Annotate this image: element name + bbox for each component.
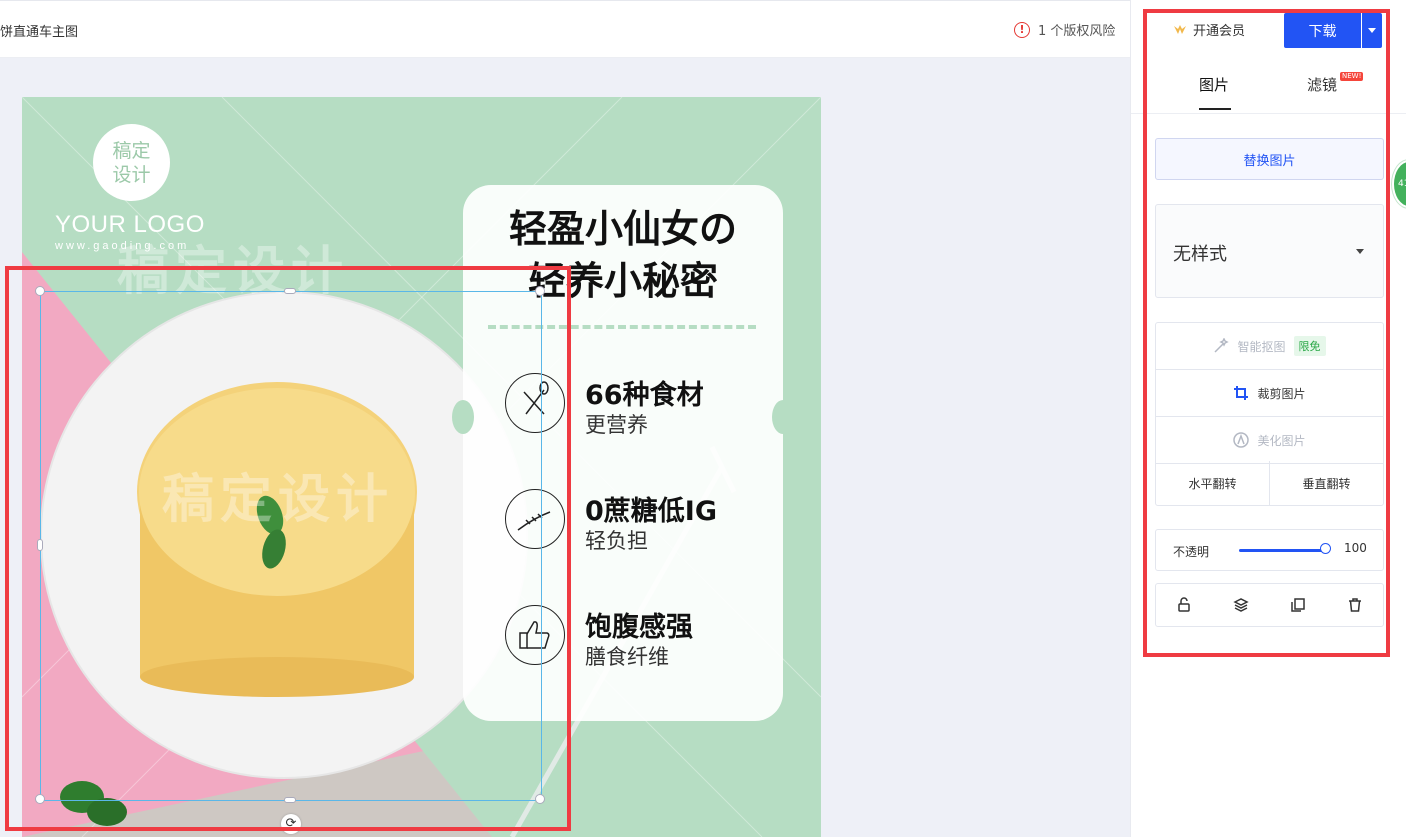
card-notch-left: [452, 400, 474, 434]
vip-button[interactable]: 开通会员: [1173, 20, 1245, 39]
resize-handle[interactable]: [37, 539, 43, 551]
logo-text-2: 设计: [112, 163, 151, 186]
copyright-risk-indicator[interactable]: ! 1 个版权风险: [1014, 20, 1115, 39]
properties-panel: 开通会员 下载 图片 滤镜 NEW! 替换图片 无样式 智能抠图 限免 裁剪图片…: [1130, 0, 1406, 837]
resize-handle[interactable]: [535, 286, 545, 296]
crop-icon: [1234, 386, 1249, 400]
resize-handle[interactable]: [535, 794, 545, 804]
flip-vertical-button[interactable]: 垂直翻转: [1270, 461, 1383, 505]
beautify-icon: [1233, 432, 1250, 448]
feature-title: 0蔗糖低IG: [585, 496, 717, 527]
feature-subtitle: 更营养: [585, 413, 648, 437]
info-card[interactable]: 轻盈小仙女の 轻养小秘密 66种食材 更营养 0蔗糖低IG 轻负担 饱腹感强 膳…: [452, 185, 794, 721]
smart-cutout-button[interactable]: 智能抠图 限免: [1156, 323, 1383, 370]
feature-item[interactable]: 66种食材 更营养: [505, 373, 775, 443]
opacity-value[interactable]: 100: [1344, 541, 1367, 555]
design-canvas[interactable]: 稿定 设计 YOUR LOGO www.gaoding.com 稿定设计 稿定设…: [22, 97, 821, 837]
kitchen-tools-icon: [505, 373, 565, 433]
copyright-risk-label: 1 个版权风险: [1038, 24, 1116, 39]
warning-icon: !: [1014, 21, 1030, 38]
watermark: 稿定设计: [117, 242, 350, 302]
tab-filter[interactable]: 滤镜: [1307, 74, 1337, 95]
document-title[interactable]: 饼直通车主图: [0, 21, 78, 40]
card-title-line-1: 轻盈小仙女の: [508, 207, 737, 251]
action-bar: [1155, 583, 1384, 627]
opacity-slider-thumb[interactable]: [1320, 543, 1331, 554]
feature-item[interactable]: 饱腹感强 膳食纤维: [505, 605, 775, 675]
copy-icon[interactable]: [1290, 597, 1306, 613]
new-badge: NEW!: [1340, 72, 1364, 81]
download-dropdown-icon[interactable]: [1362, 13, 1382, 48]
rotate-handle-icon[interactable]: ⟳: [281, 814, 301, 834]
unlock-icon[interactable]: [1176, 597, 1192, 613]
smart-cutout-label: 智能抠图: [1237, 339, 1286, 354]
thumbs-up-icon: [505, 605, 565, 665]
top-bar: 饼直通车主图 ! 1 个版权风险: [0, 0, 1130, 58]
card-title-line-2: 轻养小秘密: [527, 259, 718, 303]
delete-icon[interactable]: [1347, 597, 1363, 613]
opacity-control: 不透明 100: [1155, 529, 1384, 571]
logo-text-1: 稿定: [112, 139, 151, 162]
vip-crown-icon: [1174, 24, 1186, 34]
opacity-slider-track[interactable]: [1239, 549, 1327, 552]
wheat-icon: [505, 489, 565, 549]
feature-subtitle: 轻负担: [585, 529, 648, 553]
card-notch-right: [772, 400, 794, 434]
image-tools: 智能抠图 限免 裁剪图片 美化图片 水平翻转 垂直翻转: [1155, 322, 1384, 506]
panel-tabs: 图片 滤镜 NEW!: [1131, 56, 1406, 114]
caret-down-icon: [1356, 249, 1364, 254]
layers-icon[interactable]: [1233, 597, 1249, 613]
magic-wand-icon: [1214, 338, 1230, 353]
watermark: 稿定设计: [162, 470, 395, 530]
feature-title: 66种食材: [585, 380, 704, 411]
resize-handle[interactable]: [284, 288, 296, 294]
style-value: 无样式: [1173, 244, 1227, 265]
beautify-label: 美化图片: [1257, 433, 1306, 448]
replace-image-button[interactable]: 替换图片: [1155, 138, 1384, 180]
vip-label: 开通会员: [1193, 24, 1246, 39]
resize-handle[interactable]: [35, 286, 45, 296]
tab-image[interactable]: 图片: [1199, 74, 1229, 95]
download-button[interactable]: 下载: [1284, 13, 1361, 48]
opacity-label: 不透明: [1173, 545, 1210, 559]
feature-subtitle: 膳食纤维: [585, 645, 669, 669]
beautify-image-button[interactable]: 美化图片: [1156, 417, 1383, 464]
active-tab-indicator: [1199, 108, 1231, 110]
flip-horizontal-button[interactable]: 水平翻转: [1156, 461, 1269, 505]
resize-handle[interactable]: [284, 797, 296, 803]
brand-logo[interactable]: 稿定 设计: [93, 124, 170, 201]
dashed-divider: [488, 325, 756, 329]
style-dropdown[interactable]: 无样式: [1155, 204, 1384, 298]
resize-handle[interactable]: [35, 794, 45, 804]
crop-label: 裁剪图片: [1257, 386, 1306, 401]
feature-item[interactable]: 0蔗糖低IG 轻负担: [505, 489, 775, 559]
feature-title: 饱腹感强: [585, 612, 693, 643]
free-badge: 限免: [1293, 336, 1326, 356]
crop-image-button[interactable]: 裁剪图片: [1156, 370, 1383, 417]
card-title[interactable]: 轻盈小仙女の 轻养小秘密: [463, 203, 783, 307]
